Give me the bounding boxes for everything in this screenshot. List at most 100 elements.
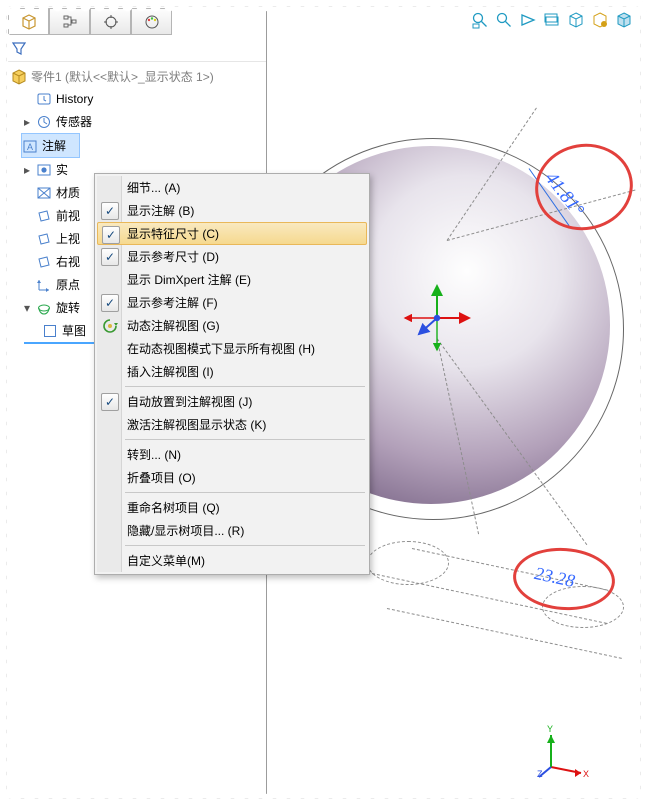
panel-tabs — [8, 8, 172, 35]
checkmark-icon: ✓ — [101, 393, 119, 411]
menu-item[interactable]: 插入注解视图 (I) — [97, 360, 367, 383]
tab-config[interactable] — [90, 8, 131, 34]
rev-icon — [36, 300, 52, 316]
menu-item[interactable]: ✓ 显示参考注解 (F) — [97, 291, 367, 314]
svg-text:Y: Y — [547, 724, 553, 734]
plane-icon — [36, 231, 52, 247]
dynamic-view-icon — [102, 318, 118, 334]
rotate-icon — [519, 11, 537, 32]
menu-item-label: 自定义菜单(M) — [127, 552, 205, 569]
menu-item[interactable]: 折叠项目 (O) — [97, 466, 367, 489]
menu-item[interactable]: 激活注解视图显示状态 (K) — [97, 413, 367, 436]
view-cube-3-button[interactable] — [613, 10, 635, 32]
length-dimension[interactable]: 23.28 — [533, 563, 577, 592]
checkmark-icon: ✓ — [101, 294, 119, 312]
menu-separator — [125, 492, 365, 493]
tree-item-label: History — [56, 92, 93, 106]
mat-icon — [36, 185, 52, 201]
menu-item[interactable]: 在动态视图模式下显示所有视图 (H) — [97, 337, 367, 360]
feature-tree-panel: 零件1 (默认<<默认>_显示状态 1>) History▸传感器▸A注解▸实材… — [8, 8, 267, 797]
menu-item-label: 动态注解视图 (G) — [127, 317, 220, 334]
menu-item-label: 显示特征尺寸 (C) — [127, 225, 219, 242]
tree-root[interactable]: 零件1 (默认<<默认>_显示状态 1>) — [10, 66, 264, 87]
menu-separator — [125, 439, 365, 440]
origin-icon — [36, 277, 52, 293]
menu-item-label: 转到... (N) — [127, 446, 181, 463]
menu-item[interactable]: 细节... (A) — [97, 176, 367, 199]
tab-property[interactable] — [49, 8, 90, 34]
zoom-extents-button[interactable] — [493, 10, 515, 32]
menu-item[interactable]: ✓ 自动放置到注解视图 (J) — [97, 390, 367, 413]
menu-item-label: 显示参考注解 (F) — [127, 294, 218, 311]
view-toolbar — [469, 10, 635, 32]
view-cube-button[interactable] — [565, 10, 587, 32]
zoom-extents-icon — [495, 11, 513, 32]
view-cube-3-icon — [615, 11, 633, 32]
menu-item-label: 细节... (A) — [127, 179, 180, 196]
cube-icon — [21, 14, 37, 30]
expander-icon[interactable]: ▸ — [22, 115, 32, 129]
sketch-circle — [367, 541, 449, 585]
annotation-context-menu: 细节... (A) ✓显示注解 (B) ✓ 显示特征尺寸 (C) ✓ 显示参考尺寸 (D)… — [94, 173, 370, 575]
svg-text:Z: Z — [537, 769, 543, 779]
appearance-button[interactable] — [589, 10, 611, 32]
plane-icon — [36, 254, 52, 270]
rotate-button[interactable] — [517, 10, 539, 32]
menu-item[interactable]: 动态注解视图 (G) — [97, 314, 367, 337]
sketch-icon — [42, 323, 58, 339]
section-2-icon — [543, 11, 561, 32]
menu-item-label: 显示 DimXpert 注解 (E) — [127, 271, 251, 288]
menu-item-label: 激活注解视图显示状态 (K) — [127, 416, 266, 433]
menu-item[interactable]: 转到... (N) — [97, 443, 367, 466]
tree-item-annot[interactable]: ▸A注解 — [21, 133, 80, 158]
menu-item-label: 显示参考尺寸 (D) — [127, 248, 219, 265]
menu-item-label: 隐藏/显示树项目... (R) — [127, 522, 244, 539]
menu-separator — [125, 386, 365, 387]
filter-row — [8, 35, 266, 62]
tree-item-label: 传感器 — [56, 113, 92, 130]
menu-item-label: 插入注解视图 (I) — [127, 363, 214, 380]
tree-item-label: 上视 — [56, 230, 80, 247]
menu-separator — [125, 545, 365, 546]
expander-icon[interactable]: ▸ — [22, 163, 32, 177]
solid-icon — [36, 162, 52, 178]
tree-item-label: 原点 — [56, 276, 80, 293]
tree-item-label: 注解 — [42, 137, 66, 154]
menu-item[interactable]: 显示 DimXpert 注解 (E) — [97, 268, 367, 291]
zoom-window-button[interactable] — [469, 10, 491, 32]
menu-item-label: 折叠项目 (O) — [127, 469, 196, 486]
tab-appearance[interactable] — [131, 8, 172, 34]
funnel-icon[interactable] — [12, 41, 26, 55]
menu-item[interactable]: ✓ 显示特征尺寸 (C) — [97, 222, 367, 245]
history-icon — [36, 91, 52, 107]
section-2-button[interactable] — [541, 10, 563, 32]
menu-item[interactable]: 重命名树项目 (Q) — [97, 496, 367, 519]
tree-item-label: 右视 — [56, 253, 80, 270]
plane-icon — [36, 208, 52, 224]
sensor-icon — [36, 114, 52, 130]
expander-icon[interactable]: ▾ — [22, 301, 32, 315]
checkmark-icon: ✓ — [102, 226, 120, 244]
menu-item[interactable]: ✓显示注解 (B) — [97, 199, 367, 222]
menu-item-label: 在动态视图模式下显示所有视图 (H) — [127, 340, 315, 357]
sketch-circle — [542, 586, 624, 628]
svg-text:X: X — [583, 769, 589, 779]
tree-item-label: 前视 — [56, 207, 80, 224]
menu-item[interactable]: ✓ 显示参考尺寸 (D) — [97, 245, 367, 268]
menu-item-label: 重命名树项目 (Q) — [127, 499, 220, 516]
checkmark-icon: ✓ — [101, 248, 119, 266]
svg-text:A: A — [27, 142, 33, 152]
tree-item-sensor[interactable]: ▸ 传感器 — [10, 110, 264, 133]
menu-item[interactable]: 自定义菜单(M) — [97, 549, 367, 572]
tree-root-label: 零件1 (默认<<默认>_显示状态 1>) — [31, 68, 214, 85]
part-icon — [11, 69, 27, 85]
menu-item-label: 自动放置到注解视图 (J) — [127, 393, 252, 410]
view-cube-icon — [567, 11, 585, 32]
tree-item-label: 实 — [56, 161, 68, 178]
target-icon — [103, 14, 119, 30]
tree-item-history[interactable]: History — [10, 87, 264, 110]
tab-feature-tree[interactable] — [8, 8, 49, 34]
palette-icon — [144, 14, 160, 30]
menu-item[interactable]: 隐藏/显示树项目... (R) — [97, 519, 367, 542]
tree-item-label: 旋转 — [56, 299, 80, 316]
